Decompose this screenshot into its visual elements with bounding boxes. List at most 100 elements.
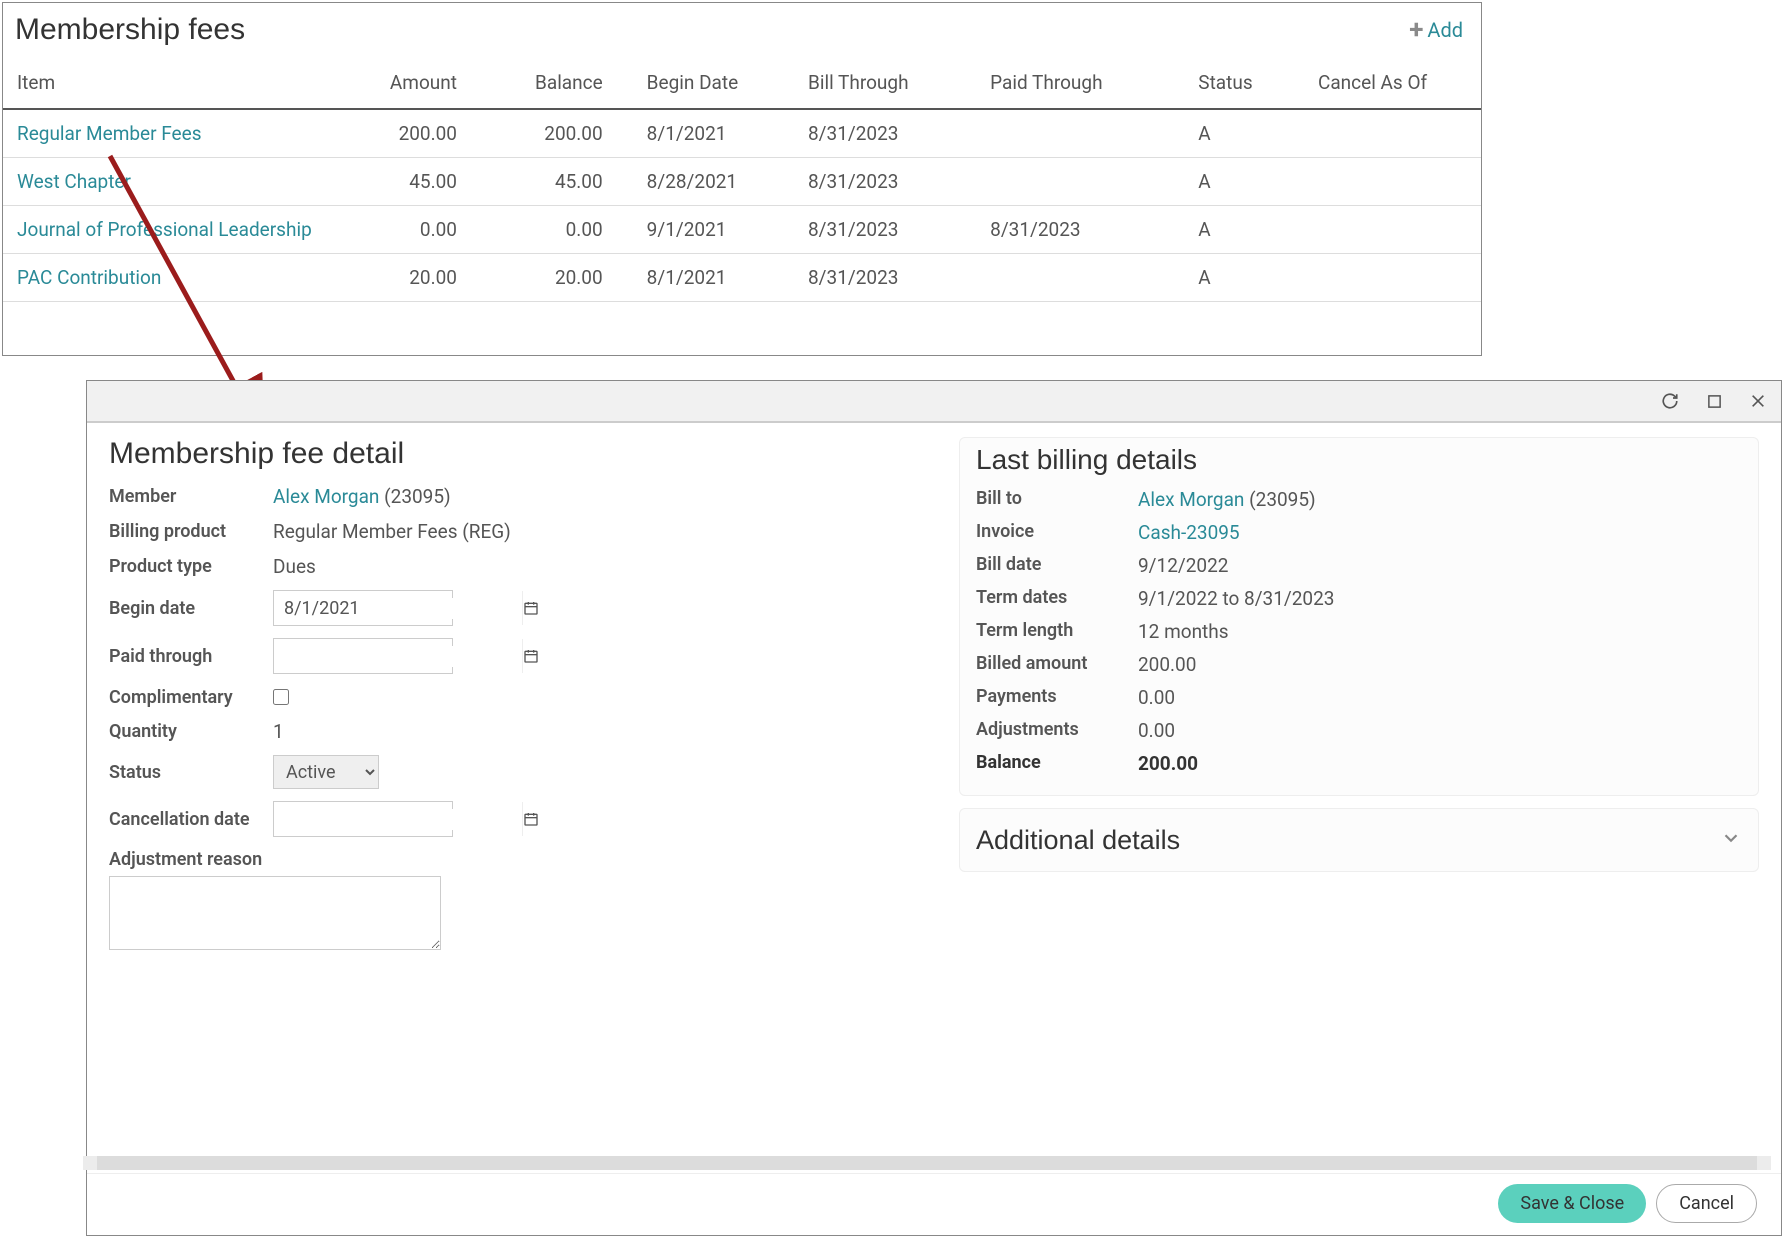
cancellation-date-input[interactable] [274,809,522,830]
item-link[interactable]: West Chapter [17,170,131,193]
label-balance: Balance [976,752,1138,775]
value-payments: 0.00 [1138,686,1175,709]
cell-paid [976,109,1184,158]
label-bill-to: Bill to [976,488,1138,511]
member-link[interactable]: Alex Morgan [273,485,379,508]
cell-amount: 20.00 [346,254,487,302]
value-quantity: 1 [273,720,284,743]
cell-begin: 8/1/2021 [633,254,794,302]
bill-to-link[interactable]: Alex Morgan [1138,488,1244,511]
additional-details-title: Additional details [976,825,1180,856]
paid-through-field [273,638,453,674]
begin-date-field [273,590,453,626]
detail-form: Membership fee detail Member Alex Morgan… [109,437,919,1173]
cell-paid [976,158,1184,206]
complimentary-checkbox[interactable] [273,689,289,705]
add-link[interactable]: + Add [1409,17,1463,43]
cell-status: A [1184,254,1304,302]
table-row: West Chapter45.0045.008/28/20218/31/2023… [3,158,1481,206]
label-billed-amount: Billed amount [976,653,1138,676]
billing-column: Last billing details Bill to Alex Morgan… [959,437,1759,1173]
value-product-type: Dues [273,555,316,578]
save-button[interactable]: Save & Close [1498,1184,1646,1223]
label-quantity: Quantity [109,721,273,742]
item-link[interactable]: Regular Member Fees [17,122,202,145]
cell-amount: 200.00 [346,109,487,158]
adjustment-reason-textarea[interactable] [109,876,441,950]
begin-date-input[interactable] [274,598,522,619]
col-balance[interactable]: Balance [487,61,633,109]
value-balance: 200.00 [1138,752,1198,775]
label-member: Member [109,486,273,507]
detail-title: Membership fee detail [109,437,919,471]
cell-amount: 45.00 [346,158,487,206]
paid-through-input[interactable] [274,646,522,667]
table-row: PAC Contribution20.0020.008/1/20218/31/2… [3,254,1481,302]
label-paid-through: Paid through [109,646,273,667]
member-id-text: (23095) [379,485,450,508]
label-bill-date: Bill date [976,554,1138,577]
membership-fees-title: Membership fees [15,13,245,47]
label-invoice: Invoice [976,521,1138,544]
label-begin-date: Begin date [109,598,273,619]
cell-begin: 9/1/2021 [633,206,794,254]
cell-balance: 20.00 [487,254,633,302]
cell-bill: 8/31/2023 [794,254,976,302]
value-bill-date: 9/12/2022 [1138,554,1228,577]
item-link[interactable]: PAC Contribution [17,266,161,289]
cell-cancel [1304,206,1481,254]
label-billing-product: Billing product [109,521,273,542]
value-member: Alex Morgan (23095) [273,485,451,508]
fee-detail-dialog: Membership fee detail Member Alex Morgan… [86,380,1782,1236]
cell-paid: 8/31/2023 [976,206,1184,254]
cell-balance: 200.00 [487,109,633,158]
label-payments: Payments [976,686,1138,709]
horizontal-scrollbar[interactable] [97,1156,1757,1170]
label-term-length: Term length [976,620,1138,643]
col-begin[interactable]: Begin Date [633,61,794,109]
calendar-icon[interactable] [522,639,539,673]
invoice-link[interactable]: Cash-23095 [1138,521,1240,544]
cancel-button[interactable]: Cancel [1656,1184,1757,1223]
col-amount[interactable]: Amount [346,61,487,109]
dialog-footer: Save & Close Cancel [87,1173,1781,1235]
value-term-dates: 9/1/2022 to 8/31/2023 [1138,587,1334,610]
cancellation-date-field [273,801,453,837]
cell-begin: 8/1/2021 [633,109,794,158]
cell-balance: 45.00 [487,158,633,206]
cell-bill: 8/31/2023 [794,158,976,206]
item-link[interactable]: Journal of Professional Leadership [17,218,312,241]
calendar-icon[interactable] [522,802,539,836]
cell-status: A [1184,206,1304,254]
col-status[interactable]: Status [1184,61,1304,109]
cell-status: A [1184,158,1304,206]
col-bill[interactable]: Bill Through [794,61,976,109]
billing-title: Last billing details [976,444,1742,476]
additional-details-panel[interactable]: Additional details [959,808,1759,872]
label-product-type: Product type [109,556,273,577]
refresh-icon[interactable] [1661,392,1679,410]
bill-to-id-text: (23095) [1244,488,1315,511]
col-item[interactable]: Item [3,61,346,109]
cell-cancel [1304,158,1481,206]
value-billing-product: Regular Member Fees (REG) [273,520,511,543]
cell-bill: 8/31/2023 [794,109,976,158]
cell-bill: 8/31/2023 [794,206,976,254]
status-select[interactable]: Active [273,755,379,789]
col-paid[interactable]: Paid Through [976,61,1184,109]
cell-amount: 0.00 [346,206,487,254]
label-adjustment-reason: Adjustment reason [109,849,919,870]
cell-cancel [1304,109,1481,158]
table-row: Journal of Professional Leadership0.000.… [3,206,1481,254]
label-cancellation-date: Cancellation date [109,809,273,830]
label-status: Status [109,762,273,783]
close-icon[interactable] [1749,392,1767,410]
maximize-icon[interactable] [1705,392,1723,410]
last-billing-panel: Last billing details Bill to Alex Morgan… [959,437,1759,796]
membership-fees-table: Item Amount Balance Begin Date Bill Thro… [3,61,1481,302]
dialog-titlebar [87,381,1781,423]
value-bill-to: Alex Morgan (23095) [1138,488,1316,511]
col-cancel[interactable]: Cancel As Of [1304,61,1481,109]
plus-icon: + [1409,17,1423,43]
calendar-icon[interactable] [522,591,539,625]
